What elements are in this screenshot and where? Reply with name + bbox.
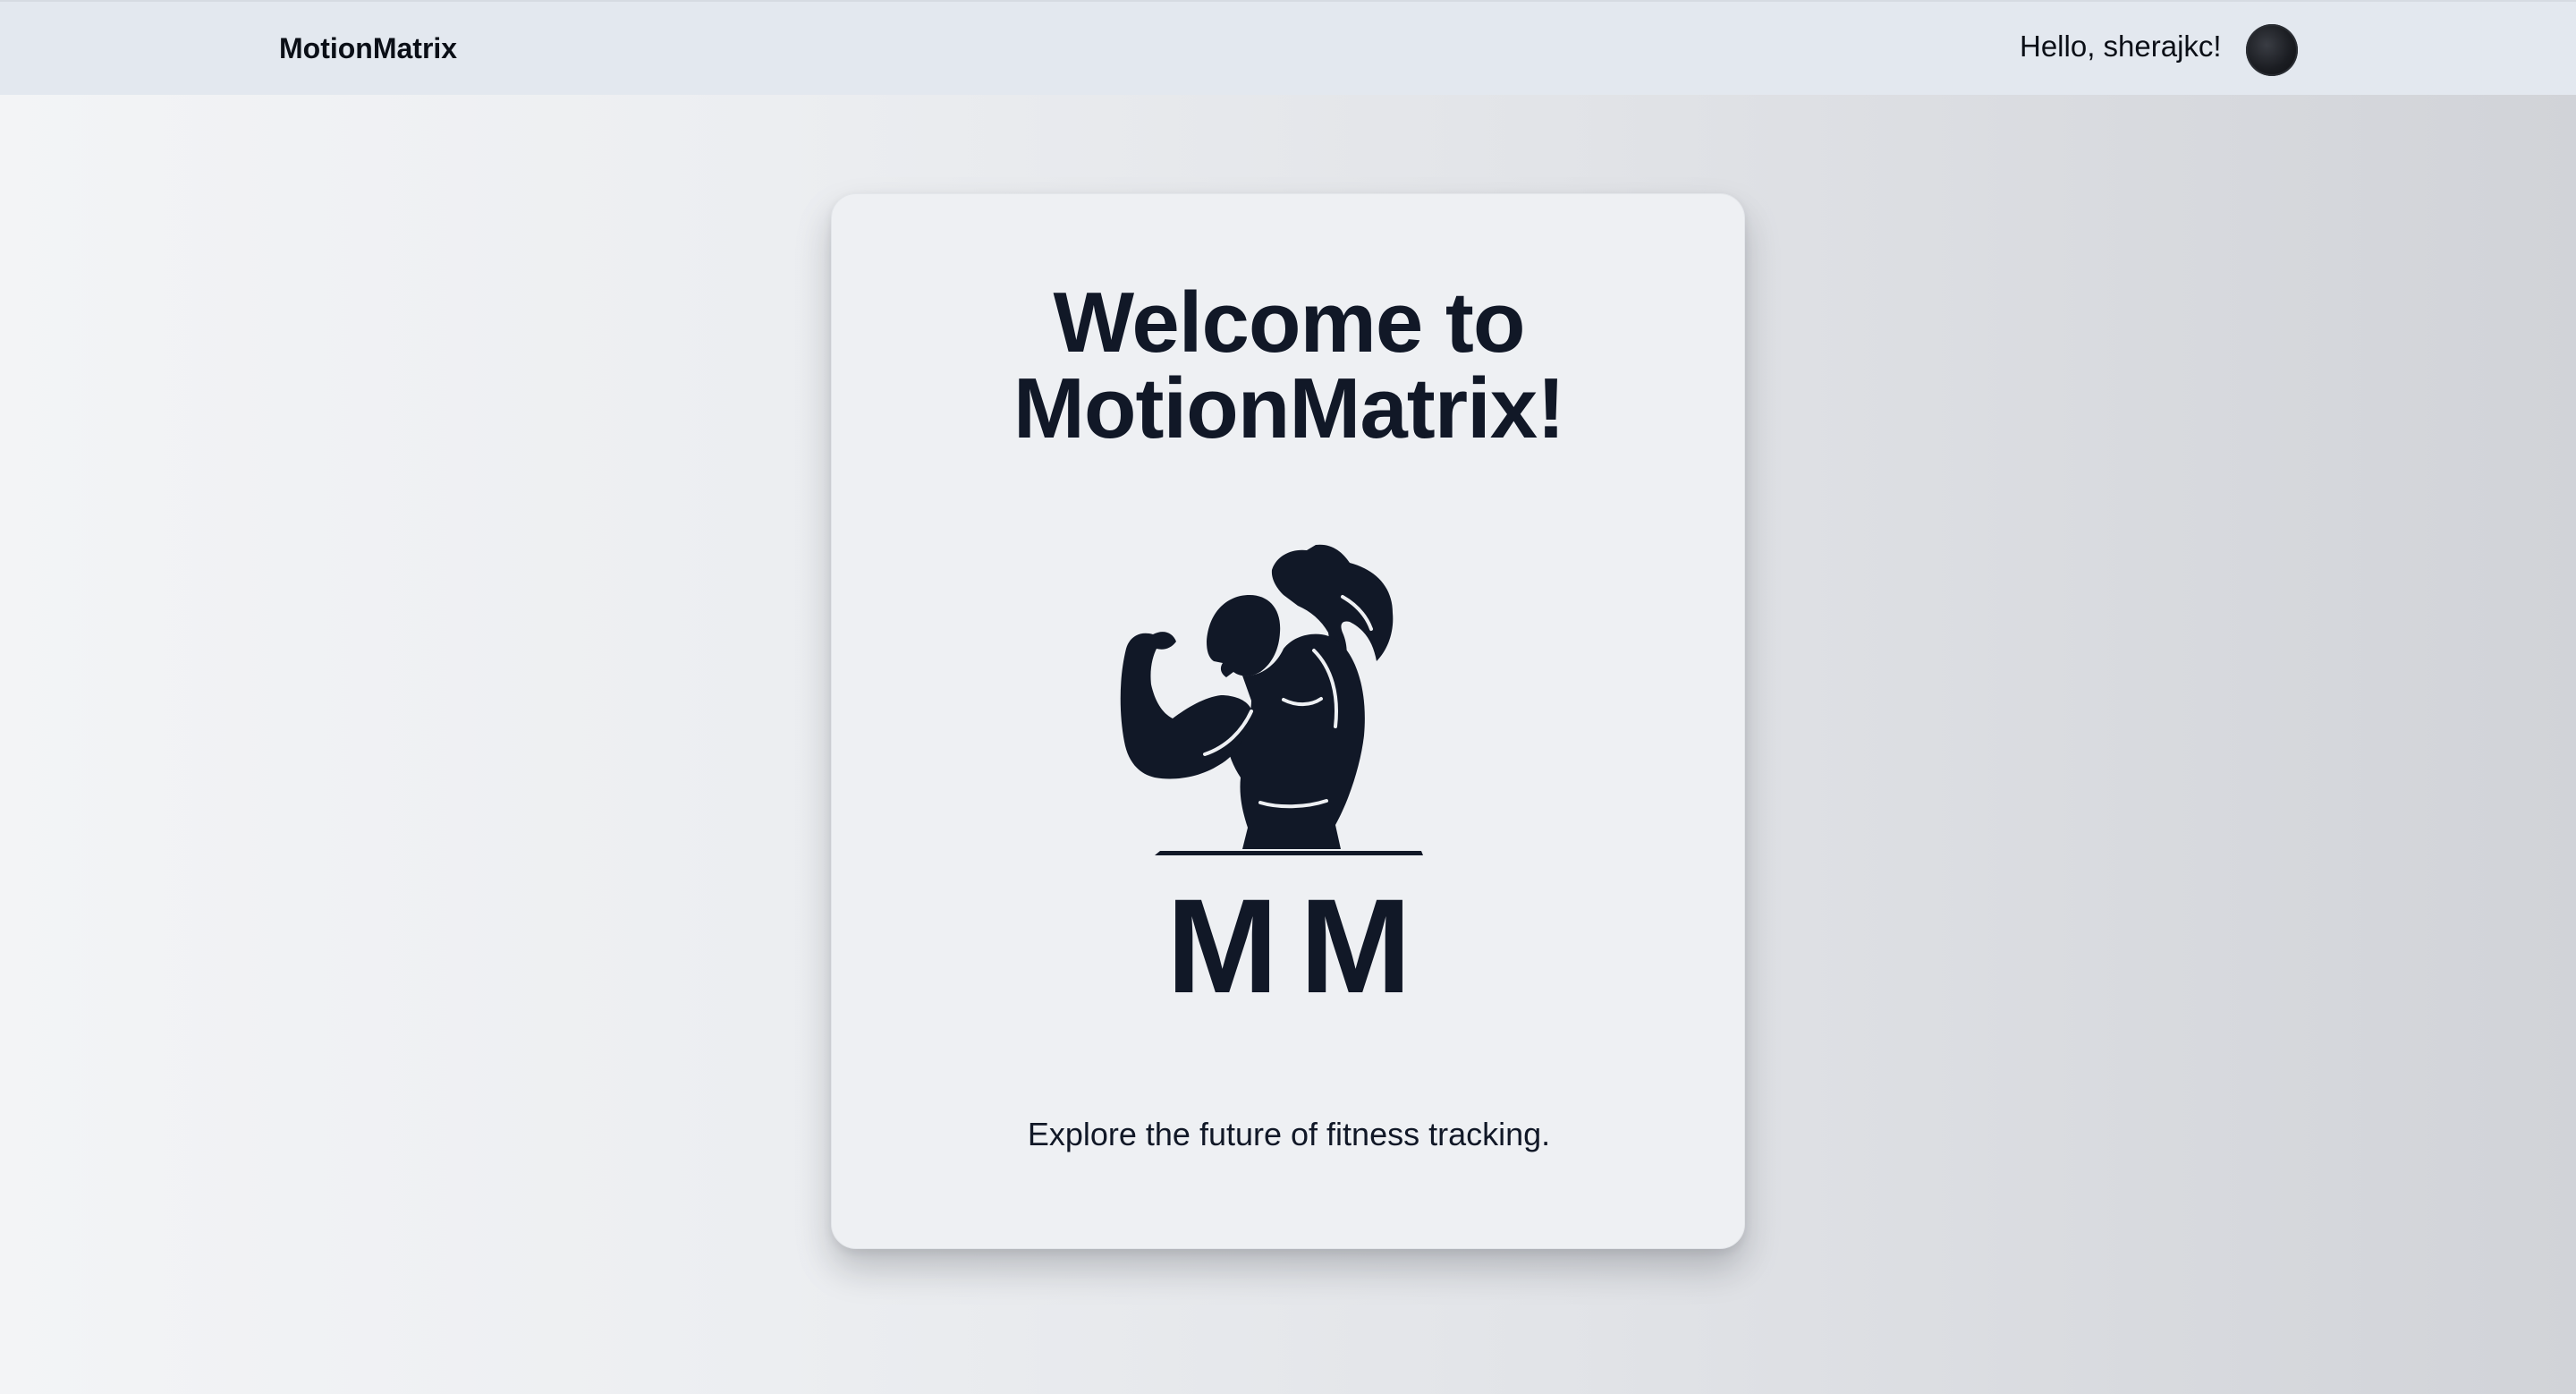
user-greeting: Hello, sherajkc!: [2020, 30, 2222, 63]
brand-link[interactable]: MotionMatrix: [279, 32, 457, 65]
bodybuilder-flex-icon: [1120, 544, 1423, 855]
welcome-card: Welcome to MotionMatrix! MM Explore the …: [831, 193, 1745, 1249]
welcome-title: Welcome to MotionMatrix!: [832, 280, 1746, 452]
welcome-title-line2: MotionMatrix!: [1013, 361, 1565, 456]
logo-monogram: MM: [1166, 871, 1433, 1021]
welcome-title-line1: Welcome to: [1053, 275, 1526, 370]
welcome-subtitle: Explore the future of fitness tracking.: [1027, 1116, 1551, 1152]
user-avatar[interactable]: [2246, 24, 2298, 76]
top-navbar: MotionMatrix Hello, sherajkc!: [0, 0, 2576, 95]
